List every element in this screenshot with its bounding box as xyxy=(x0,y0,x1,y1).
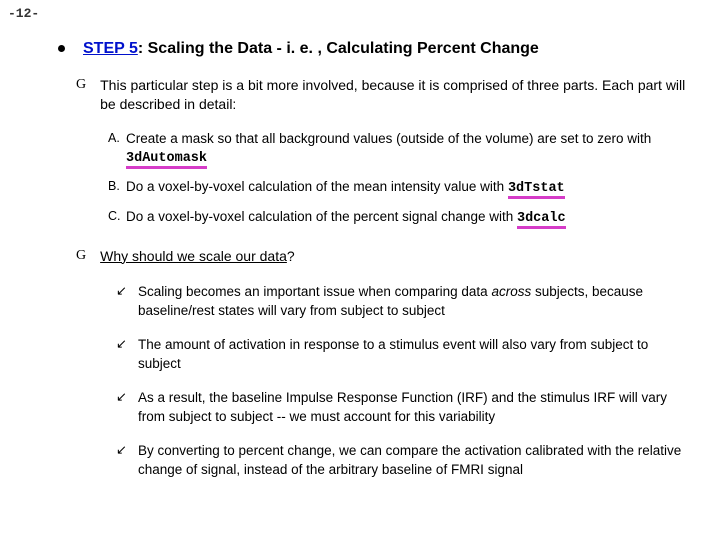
command-3dcalc: 3dcalc xyxy=(517,211,566,229)
sub-bullet-icon: G xyxy=(76,76,86,94)
reason-text: As a result, the baseline Impulse Respon… xyxy=(138,388,692,427)
step-body: Do a voxel-by-voxel calculation of the m… xyxy=(126,178,692,198)
page-content: STEP 5: Scaling the Data - i. e. , Calcu… xyxy=(0,0,720,480)
step-text: Do a voxel-by-voxel calculation of the m… xyxy=(126,179,508,194)
reasons-list: ↙ Scaling becomes an important issue whe… xyxy=(116,282,692,481)
reason-emph: across xyxy=(491,284,531,299)
arrow-icon: ↙ xyxy=(116,282,138,301)
bullet-icon xyxy=(58,45,65,52)
heading-rest: : Scaling the Data - i. e. , Calculating… xyxy=(138,40,539,57)
reason-text: The amount of activation in response to … xyxy=(138,335,692,374)
heading-row: STEP 5: Scaling the Data - i. e. , Calcu… xyxy=(58,40,692,58)
reason-frag: Scaling becomes an important issue when … xyxy=(138,284,491,299)
arrow-icon: ↙ xyxy=(116,388,138,407)
step-c: C. Do a voxel-by-voxel calculation of th… xyxy=(108,208,692,228)
step-body: Create a mask so that all background val… xyxy=(126,130,692,168)
step-text: Do a voxel-by-voxel calculation of the p… xyxy=(126,209,517,224)
question-underline: Why should we scale our data xyxy=(100,248,287,264)
reason-item: ↙ By converting to percent change, we ca… xyxy=(116,441,692,480)
ordered-steps: A. Create a mask so that all background … xyxy=(108,130,692,229)
reason-text: By converting to percent change, we can … xyxy=(138,441,692,480)
heading: STEP 5: Scaling the Data - i. e. , Calcu… xyxy=(83,40,539,58)
reason-item: ↙ The amount of activation in response t… xyxy=(116,335,692,374)
step-body: Do a voxel-by-voxel calculation of the p… xyxy=(126,208,692,228)
reason-item: ↙ As a result, the baseline Impulse Resp… xyxy=(116,388,692,427)
step-letter: A. xyxy=(108,130,126,147)
arrow-icon: ↙ xyxy=(116,441,138,460)
page-number: -12- xyxy=(8,6,39,21)
reason-item: ↙ Scaling becomes an important issue whe… xyxy=(116,282,692,321)
question-mark: ? xyxy=(287,248,295,264)
step-text: Create a mask so that all background val… xyxy=(126,131,651,146)
intro-text: This particular step is a bit more invol… xyxy=(100,76,692,114)
step-b: B. Do a voxel-by-voxel calculation of th… xyxy=(108,178,692,198)
command-3dtstat: 3dTstat xyxy=(508,181,565,199)
step-letter: C. xyxy=(108,208,126,225)
step-letter: B. xyxy=(108,178,126,195)
step-a: A. Create a mask so that all background … xyxy=(108,130,692,168)
arrow-icon: ↙ xyxy=(116,335,138,354)
reason-text: Scaling becomes an important issue when … xyxy=(138,282,692,321)
question-block: G Why should we scale our data? xyxy=(76,247,692,266)
question-text: Why should we scale our data? xyxy=(100,247,692,266)
sub-bullet-icon: G xyxy=(76,247,86,265)
heading-step: STEP 5 xyxy=(83,40,138,57)
command-3dautomask: 3dAutomask xyxy=(126,151,207,169)
intro-block: G This particular step is a bit more inv… xyxy=(76,76,692,114)
